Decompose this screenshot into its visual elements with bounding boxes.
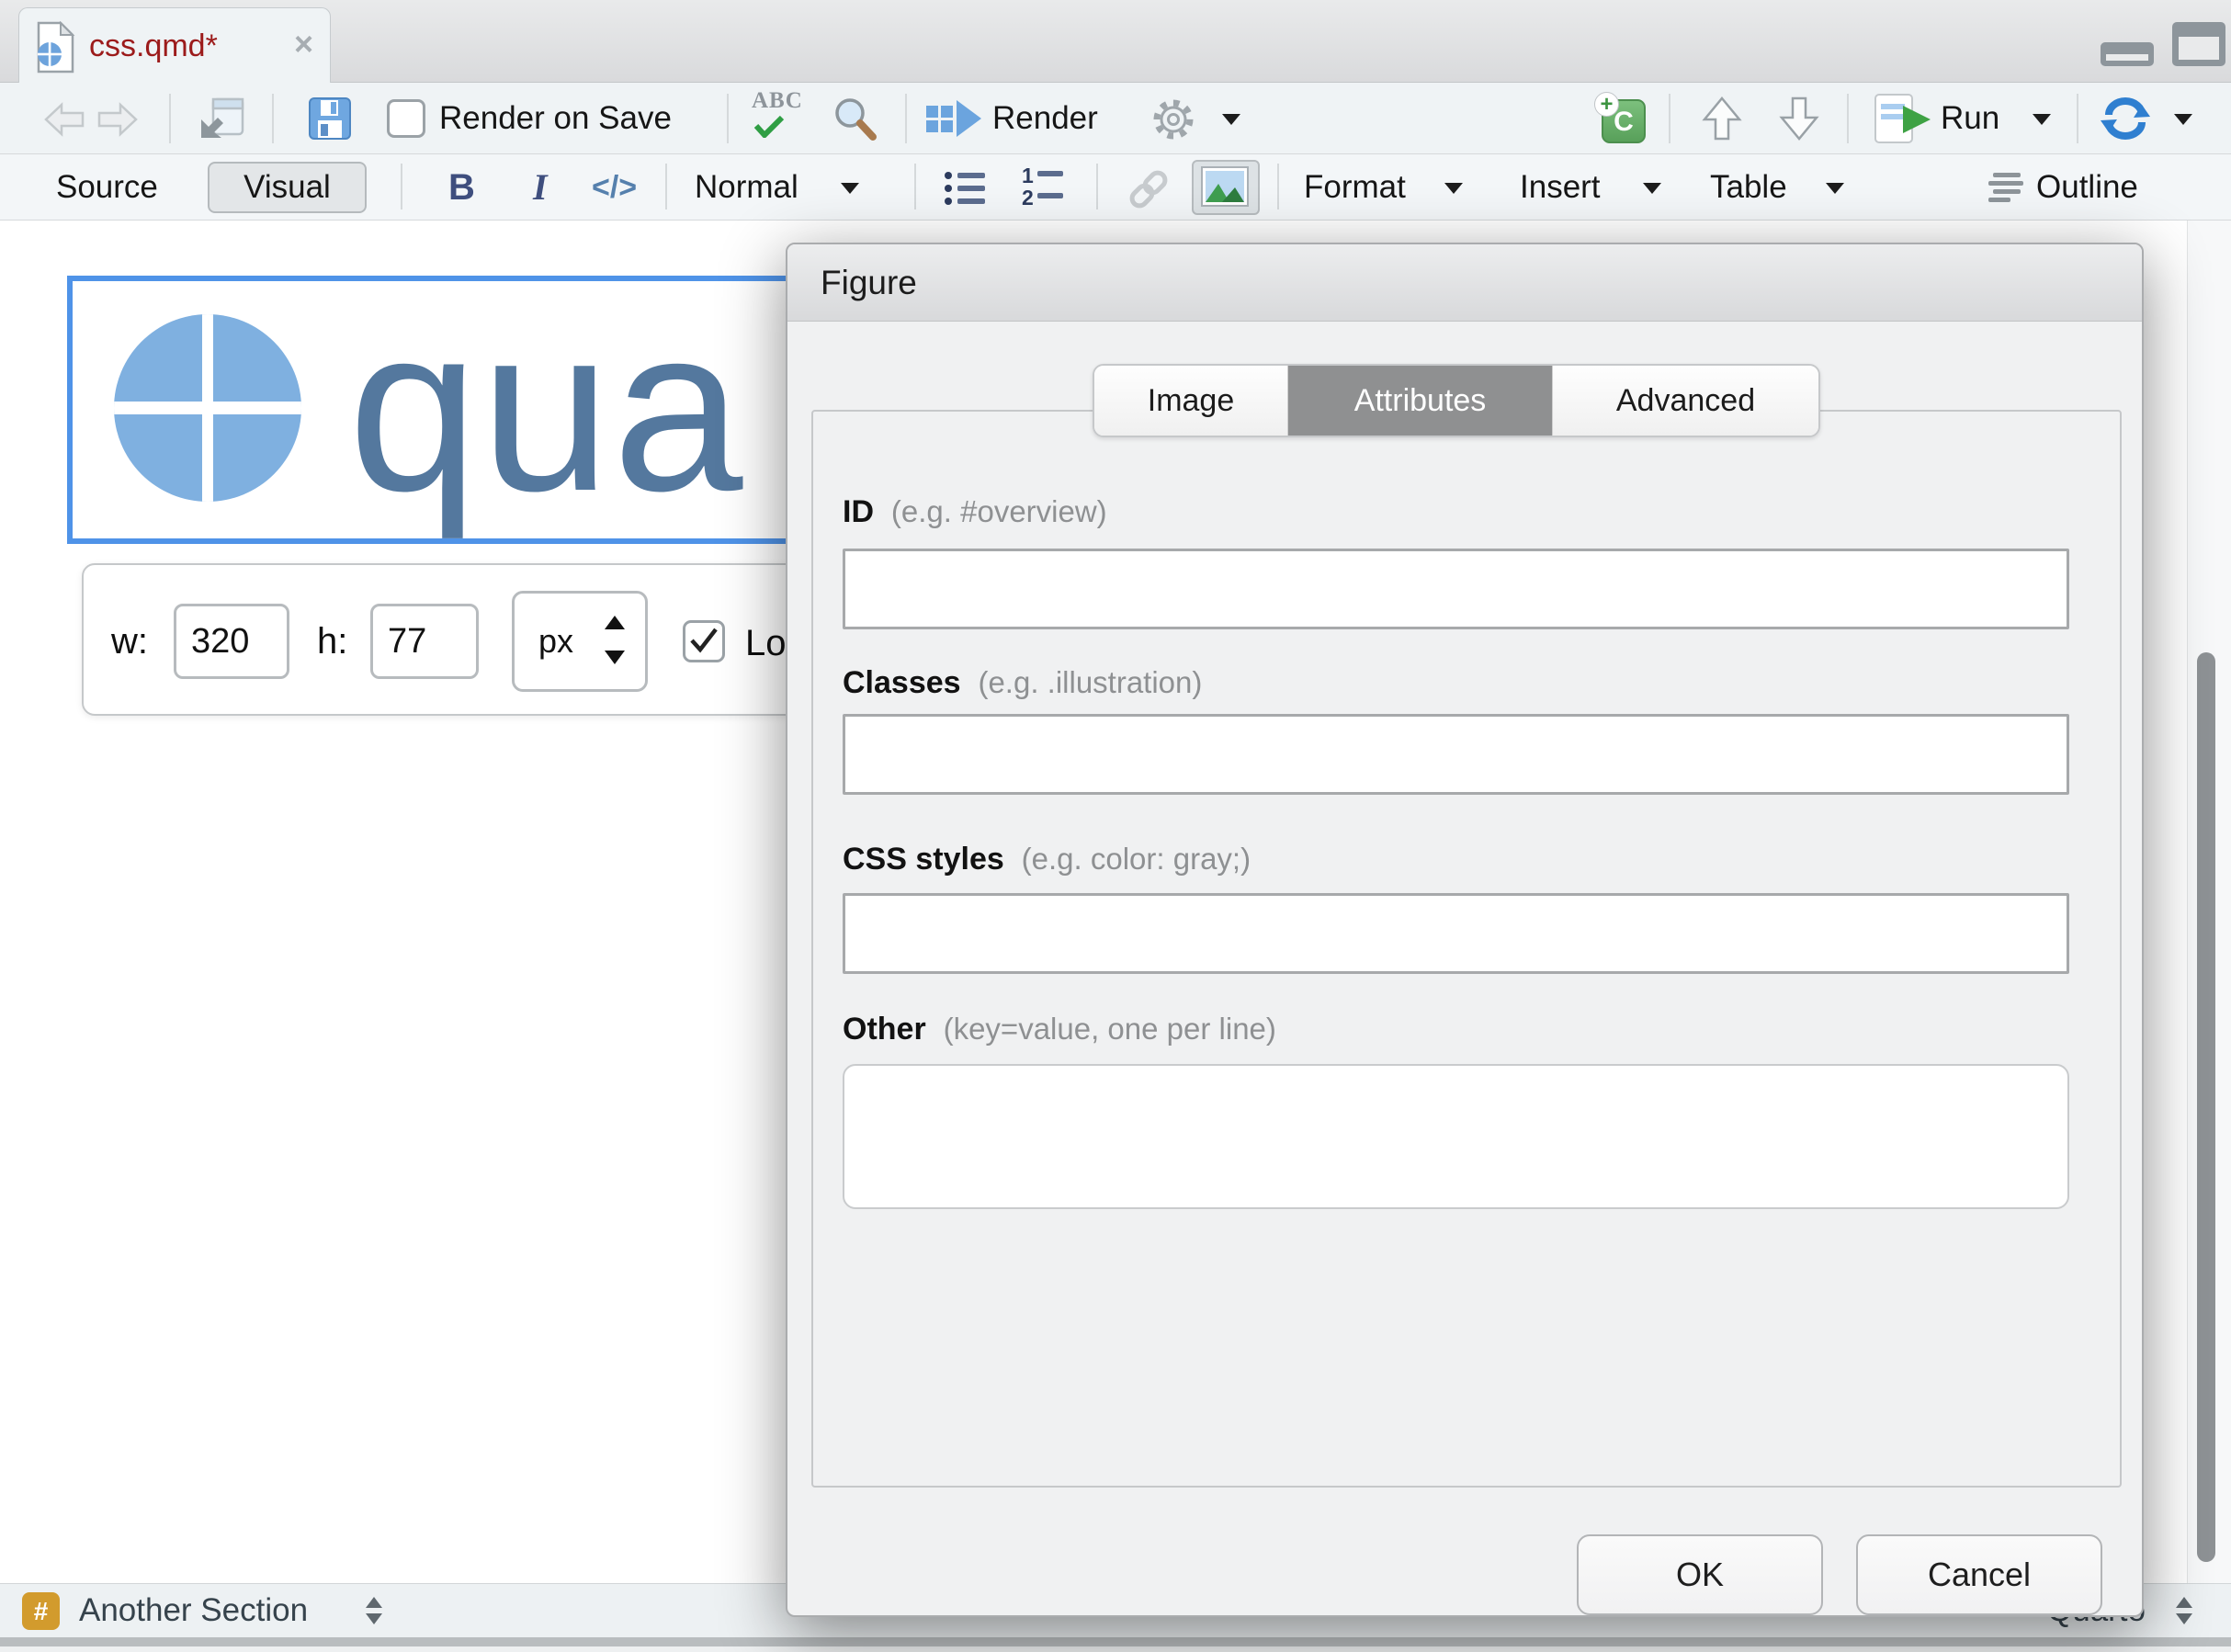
height-label: h: — [317, 565, 347, 718]
source-mode-button[interactable]: Source — [56, 154, 158, 221]
mode-spinner-down-icon[interactable] — [2176, 1613, 2192, 1624]
run-options-caret-icon[interactable] — [2033, 114, 2051, 125]
visual-mode-button[interactable]: Visual — [208, 162, 367, 213]
tab-attributes[interactable]: Attributes — [1288, 366, 1553, 436]
rstudio-source-pane: css.qmd* × Re — [0, 0, 2231, 1652]
section-spinner-up-icon[interactable] — [366, 1597, 382, 1608]
rerun-icon[interactable] — [2101, 97, 2150, 144]
ok-button[interactable]: OK — [1577, 1534, 1823, 1615]
editor-scrollbar-thumb[interactable] — [2197, 652, 2215, 1562]
section-hash-icon: # — [22, 1592, 60, 1630]
editor-tab-bar — [0, 0, 2231, 83]
jump-up-icon[interactable] — [1702, 96, 1742, 146]
tab-css-qmd[interactable]: css.qmd* × — [18, 7, 331, 85]
mode-spinner-up-icon[interactable] — [2176, 1597, 2192, 1608]
render-on-save-label: Render on Save — [439, 83, 672, 154]
jump-down-icon[interactable] — [1779, 96, 1819, 146]
plus-badge-icon: + — [1594, 92, 1619, 117]
units-select[interactable]: px — [512, 591, 648, 692]
css-styles-field-label: CSS styles (e.g. color: gray;) — [843, 842, 1251, 877]
bullet-list-icon[interactable] — [945, 169, 987, 212]
main-toolbar: Render on Save ABC Render — [0, 83, 2231, 154]
quarto-logo-circle-icon — [114, 314, 301, 502]
render-button[interactable]: Render — [992, 83, 1098, 154]
id-input[interactable] — [843, 549, 2069, 629]
tab-advanced[interactable]: Advanced — [1553, 366, 1818, 436]
other-textarea[interactable] — [843, 1064, 2069, 1209]
italic-button[interactable]: I — [533, 154, 548, 221]
quarto-document-icon — [34, 21, 76, 79]
gear-icon[interactable] — [1150, 96, 1196, 147]
format-toolbar: Source Visual B I </> Normal 1 2 — [0, 154, 2231, 221]
other-field-label: Other (key=value, one per line) — [843, 1012, 1276, 1047]
paragraph-style-caret-icon[interactable] — [841, 183, 859, 194]
insert-menu-caret-icon[interactable] — [1643, 183, 1661, 194]
table-menu-caret-icon[interactable] — [1826, 183, 1844, 194]
maximize-pane-icon[interactable] — [2172, 22, 2225, 66]
window-bottom-highlight — [0, 1646, 2231, 1652]
render-icon[interactable] — [926, 97, 983, 144]
width-label: w: — [111, 565, 148, 718]
code-button[interactable]: </> — [592, 154, 637, 221]
unit-up-icon — [605, 616, 625, 629]
cancel-button[interactable]: Cancel — [1856, 1534, 2102, 1615]
image-button[interactable] — [1192, 160, 1260, 215]
classes-field-label: Classes (e.g. .illustration) — [843, 665, 1202, 701]
editor-scrollbar[interactable] — [2187, 221, 2231, 1583]
insert-menu[interactable]: Insert — [1520, 154, 1601, 221]
run-icon — [1874, 94, 1935, 148]
outline-toggle[interactable]: Outline — [2036, 154, 2138, 221]
link-icon[interactable] — [1126, 169, 1172, 214]
spellcheck-icon[interactable]: ABC — [752, 88, 803, 138]
minimize-pane-icon[interactable] — [2101, 42, 2154, 66]
paragraph-style-dropdown[interactable]: Normal — [695, 154, 798, 221]
rerun-options-caret-icon[interactable] — [2174, 114, 2192, 125]
numbered-list-icon[interactable]: 1 2 — [1022, 165, 1066, 214]
figure-dialog: Figure Image Attributes Advanced ID (e.g… — [786, 243, 2144, 1617]
css-styles-input[interactable] — [843, 893, 2069, 974]
tab-image[interactable]: Image — [1094, 366, 1288, 436]
tab-title: css.qmd* — [89, 8, 218, 84]
lock-ratio-label: Lo — [745, 565, 787, 718]
bold-button[interactable]: B — [448, 154, 475, 221]
render-on-save-checkbox[interactable] — [387, 99, 425, 138]
classes-input[interactable] — [843, 714, 2069, 795]
run-button[interactable]: Run — [1941, 83, 1999, 154]
dialog-tab-strip: Image Attributes Advanced — [1093, 364, 1820, 437]
section-spinner-down-icon[interactable] — [366, 1613, 382, 1624]
lock-ratio-checkbox[interactable] — [683, 620, 725, 662]
unit-down-icon — [605, 651, 625, 664]
tab-close-icon[interactable]: × — [294, 8, 313, 84]
table-menu[interactable]: Table — [1710, 154, 1787, 221]
forward-icon[interactable] — [96, 101, 140, 142]
section-navigator[interactable]: Another Section — [79, 1584, 308, 1637]
open-in-new-window-icon[interactable] — [197, 96, 246, 146]
back-icon[interactable] — [42, 101, 86, 142]
check-icon — [688, 627, 719, 654]
save-icon[interactable] — [309, 97, 351, 144]
id-field-label: ID (e.g. #overview) — [843, 494, 1107, 530]
figure-dialog-titlebar[interactable]: Figure — [787, 244, 2142, 322]
quarto-logo-text: qua — [348, 276, 744, 544]
format-menu[interactable]: Format — [1304, 154, 1406, 221]
format-menu-caret-icon[interactable] — [1444, 183, 1463, 194]
search-icon[interactable] — [832, 96, 878, 146]
render-options-caret-icon[interactable] — [1222, 114, 1240, 125]
outline-icon[interactable] — [1988, 171, 2025, 210]
dialog-title: Figure — [821, 244, 917, 322]
window-bottom-edge — [0, 1637, 2231, 1646]
width-input[interactable] — [174, 604, 289, 679]
height-input[interactable] — [370, 604, 479, 679]
